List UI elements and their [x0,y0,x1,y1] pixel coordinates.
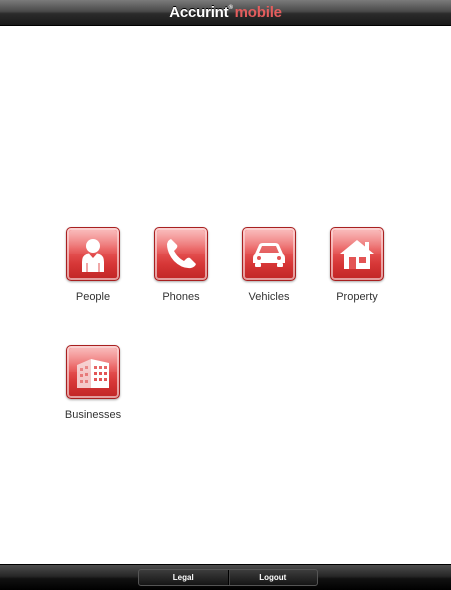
tile-people[interactable]: People [58,227,128,303]
tile-property-label: Property [336,291,378,303]
brand-subtitle: mobile [234,4,282,21]
car-icon[interactable] [242,227,296,281]
tile-vehicles[interactable]: Vehicles [234,227,304,303]
person-icon[interactable] [66,227,120,281]
brand-name: Accurint [169,4,229,21]
phone-icon[interactable] [154,227,208,281]
footer-button-group: Legal Logout [138,569,318,586]
app-logo: Accurint® mobile [0,4,451,21]
tile-property[interactable]: Property [322,227,392,303]
tile-vehicles-label: Vehicles [248,291,290,303]
house-icon[interactable] [330,227,384,281]
registered-mark: ® [228,5,233,11]
logout-button[interactable]: Logout [227,570,318,585]
tile-phones[interactable]: Phones [146,227,216,303]
tile-people-label: People [75,291,111,303]
tile-businesses-label: Businesses [64,409,122,421]
bottom-toolbar: Legal Logout [0,564,451,590]
tile-phones-label: Phones [162,291,200,303]
title-bar: Accurint® mobile [0,0,451,26]
legal-button[interactable]: Legal [139,570,228,585]
building-icon[interactable] [66,345,120,399]
tile-businesses[interactable]: Businesses [58,345,128,421]
app-screen: Accurint® mobile People Phones Vehicles … [0,0,451,590]
